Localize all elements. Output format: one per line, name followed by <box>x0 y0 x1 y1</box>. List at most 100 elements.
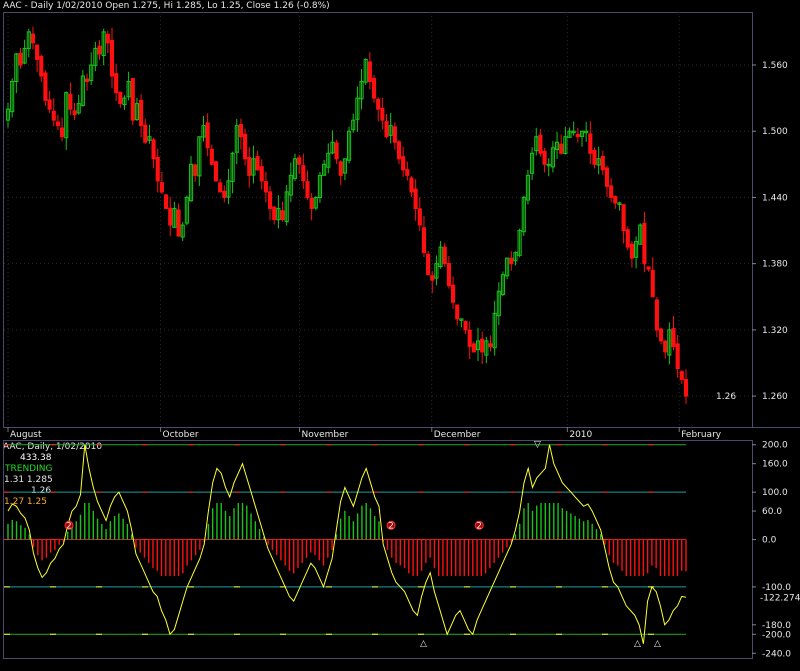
price-tick-label: 1.440 <box>762 193 788 203</box>
candle-body <box>559 143 564 154</box>
candle-body <box>538 134 543 154</box>
down-triangle-marker: ▽ <box>534 440 541 450</box>
candle-body <box>130 78 135 121</box>
candle-body <box>396 141 402 160</box>
candle-body <box>380 107 385 121</box>
month-label: November <box>302 430 349 440</box>
candle-body <box>367 61 372 83</box>
indicator-tick-label: 0.0 <box>762 536 777 546</box>
candle-body <box>272 206 277 221</box>
candle-body <box>18 52 23 66</box>
candle-body <box>683 379 689 397</box>
candle-body <box>139 99 144 127</box>
indicator-tick-label: 100.0 <box>762 488 788 498</box>
candle-body <box>405 169 410 176</box>
candle-body <box>247 156 252 176</box>
candle-body <box>609 185 614 198</box>
candle-body <box>297 157 302 165</box>
candle-body <box>47 99 52 110</box>
candle-body <box>621 204 626 232</box>
candle-body <box>51 110 56 121</box>
candle-body <box>209 148 214 165</box>
candle-body <box>509 257 514 265</box>
candle-body <box>218 182 223 193</box>
up-triangle-marker: △ <box>654 639 661 649</box>
candle-body <box>55 121 60 127</box>
candle-body <box>301 165 306 182</box>
last-price-label: 1.26 <box>716 392 736 402</box>
candle-body <box>105 33 110 44</box>
candle-body <box>463 320 468 331</box>
signal-circle-label: 2 <box>388 521 394 531</box>
month-label: December <box>434 430 481 440</box>
candle-body <box>338 161 343 176</box>
candle-body <box>97 45 102 55</box>
candle-body <box>658 328 664 342</box>
candle-body <box>417 208 422 226</box>
candle-body <box>309 197 314 209</box>
candle-body <box>401 156 406 171</box>
candle-body <box>222 190 227 198</box>
indicator-tick-label: -200.0 <box>762 630 791 640</box>
indicator-tick-label: -240.0 <box>762 649 791 659</box>
candle-body <box>84 78 90 83</box>
candle-body <box>35 44 40 60</box>
candle-body <box>114 73 119 94</box>
indicator-markers: 2 2 2 ▽ △ △ △ <box>64 440 661 649</box>
candle-body <box>392 126 397 143</box>
candle-body <box>446 263 451 287</box>
price-tick-label: 1.320 <box>762 326 788 336</box>
candle-body <box>305 181 310 198</box>
candle-body <box>442 246 447 265</box>
candle-body <box>575 133 580 138</box>
indicator-last-value: -122.274 <box>760 593 800 603</box>
candle-body <box>675 343 680 370</box>
candle-body <box>629 243 634 259</box>
month-label: February <box>681 430 722 440</box>
candle-body <box>426 253 431 276</box>
time-axis: August October November December 2010 Februar… <box>7 427 722 440</box>
candle-body <box>334 142 339 160</box>
candle-body <box>451 284 456 303</box>
candle-body <box>413 188 418 209</box>
candle-body <box>280 210 285 221</box>
indicator-axis: 200.0160.0100.060.00.0-100.0-180.0-200.0… <box>752 441 800 659</box>
candle-body <box>625 229 630 248</box>
candle-body <box>679 371 684 381</box>
candle-body <box>471 343 476 353</box>
candle-body <box>430 275 435 281</box>
candle-body <box>60 127 65 138</box>
candle-body <box>39 55 44 77</box>
candle-body <box>151 139 156 160</box>
candle-body <box>371 77 377 99</box>
candle-body <box>384 121 389 138</box>
candle-body <box>159 182 164 193</box>
signal-circle-label: 2 <box>476 521 482 531</box>
candle-body <box>118 91 123 105</box>
candle-body <box>68 93 73 110</box>
up-triangle-marker: △ <box>420 639 427 649</box>
candle-body <box>646 266 651 270</box>
price-tick-label: 1.560 <box>762 61 788 71</box>
candle-body <box>600 155 605 171</box>
candle-body <box>654 299 659 331</box>
candle-body <box>488 343 493 347</box>
candle-body <box>650 270 655 298</box>
candle-body <box>421 227 427 254</box>
month-label: August <box>10 430 42 440</box>
indicator-tick-label: 200.0 <box>762 441 788 451</box>
candle-body <box>243 133 248 160</box>
candle-body <box>259 166 264 182</box>
price-tick-label: 1.260 <box>762 392 788 402</box>
candle-body <box>30 33 36 44</box>
candle-body <box>109 40 115 77</box>
candle-body <box>588 133 593 154</box>
price-tick-label: 1.380 <box>762 260 788 270</box>
candle-body <box>43 72 48 101</box>
candle-body <box>480 338 485 353</box>
candle-body <box>642 222 647 265</box>
chart-canvas: 1.560 1.500 1.440 1.380 1.320 1.260 1.26 Augus… <box>3 12 800 659</box>
candle-body <box>238 124 243 138</box>
price-candles <box>5 26 689 404</box>
chart-frames <box>3 12 800 659</box>
